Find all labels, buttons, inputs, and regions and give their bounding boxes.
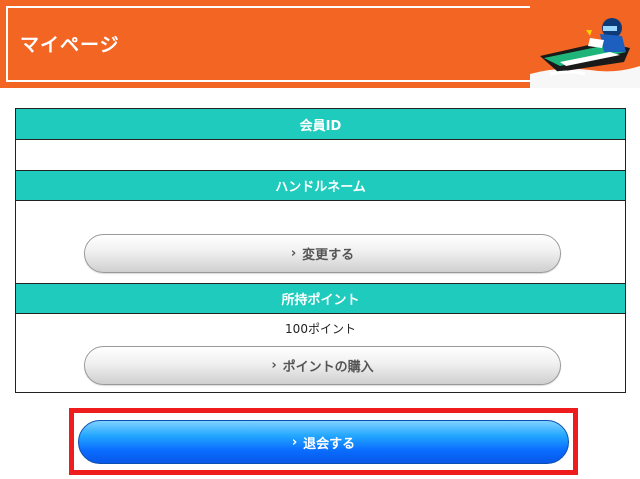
change-handle-button[interactable]: › 変更する [84,234,561,273]
chevron-right-icon: › [271,358,277,373]
points-value: 100ポイント [285,322,356,336]
buy-points-label: ポイントの購入 [282,360,374,375]
buy-points-button[interactable]: › ポイントの購入 [84,346,561,385]
page-header: マイページ [0,0,640,88]
member-id-row [16,140,625,170]
points-label: 所持ポイント [281,293,360,308]
withdraw-button[interactable]: › 退会する [78,420,569,464]
handle-name-row: › 変更する [16,201,625,283]
member-id-label: 会員ID [299,118,342,134]
withdraw-label: 退会する [303,436,356,452]
points-row: 100ポイント › ポイントの購入 [16,314,625,392]
handle-name-label: ハンドルネーム [275,180,366,195]
member-id-header: 会員ID [16,109,625,140]
handle-name-header: ハンドルネーム [16,170,625,201]
points-header: 所持ポイント [16,283,625,314]
page-title: マイページ [20,34,120,56]
change-handle-label: 変更する [302,248,355,263]
account-info-panel: 会員ID ハンドルネーム › 変更する 所持ポイント 100ポイント › ポイン… [15,108,626,393]
chevron-right-icon: › [291,434,298,450]
boat-racer-illustration [530,0,640,88]
chevron-right-icon: › [290,246,297,261]
